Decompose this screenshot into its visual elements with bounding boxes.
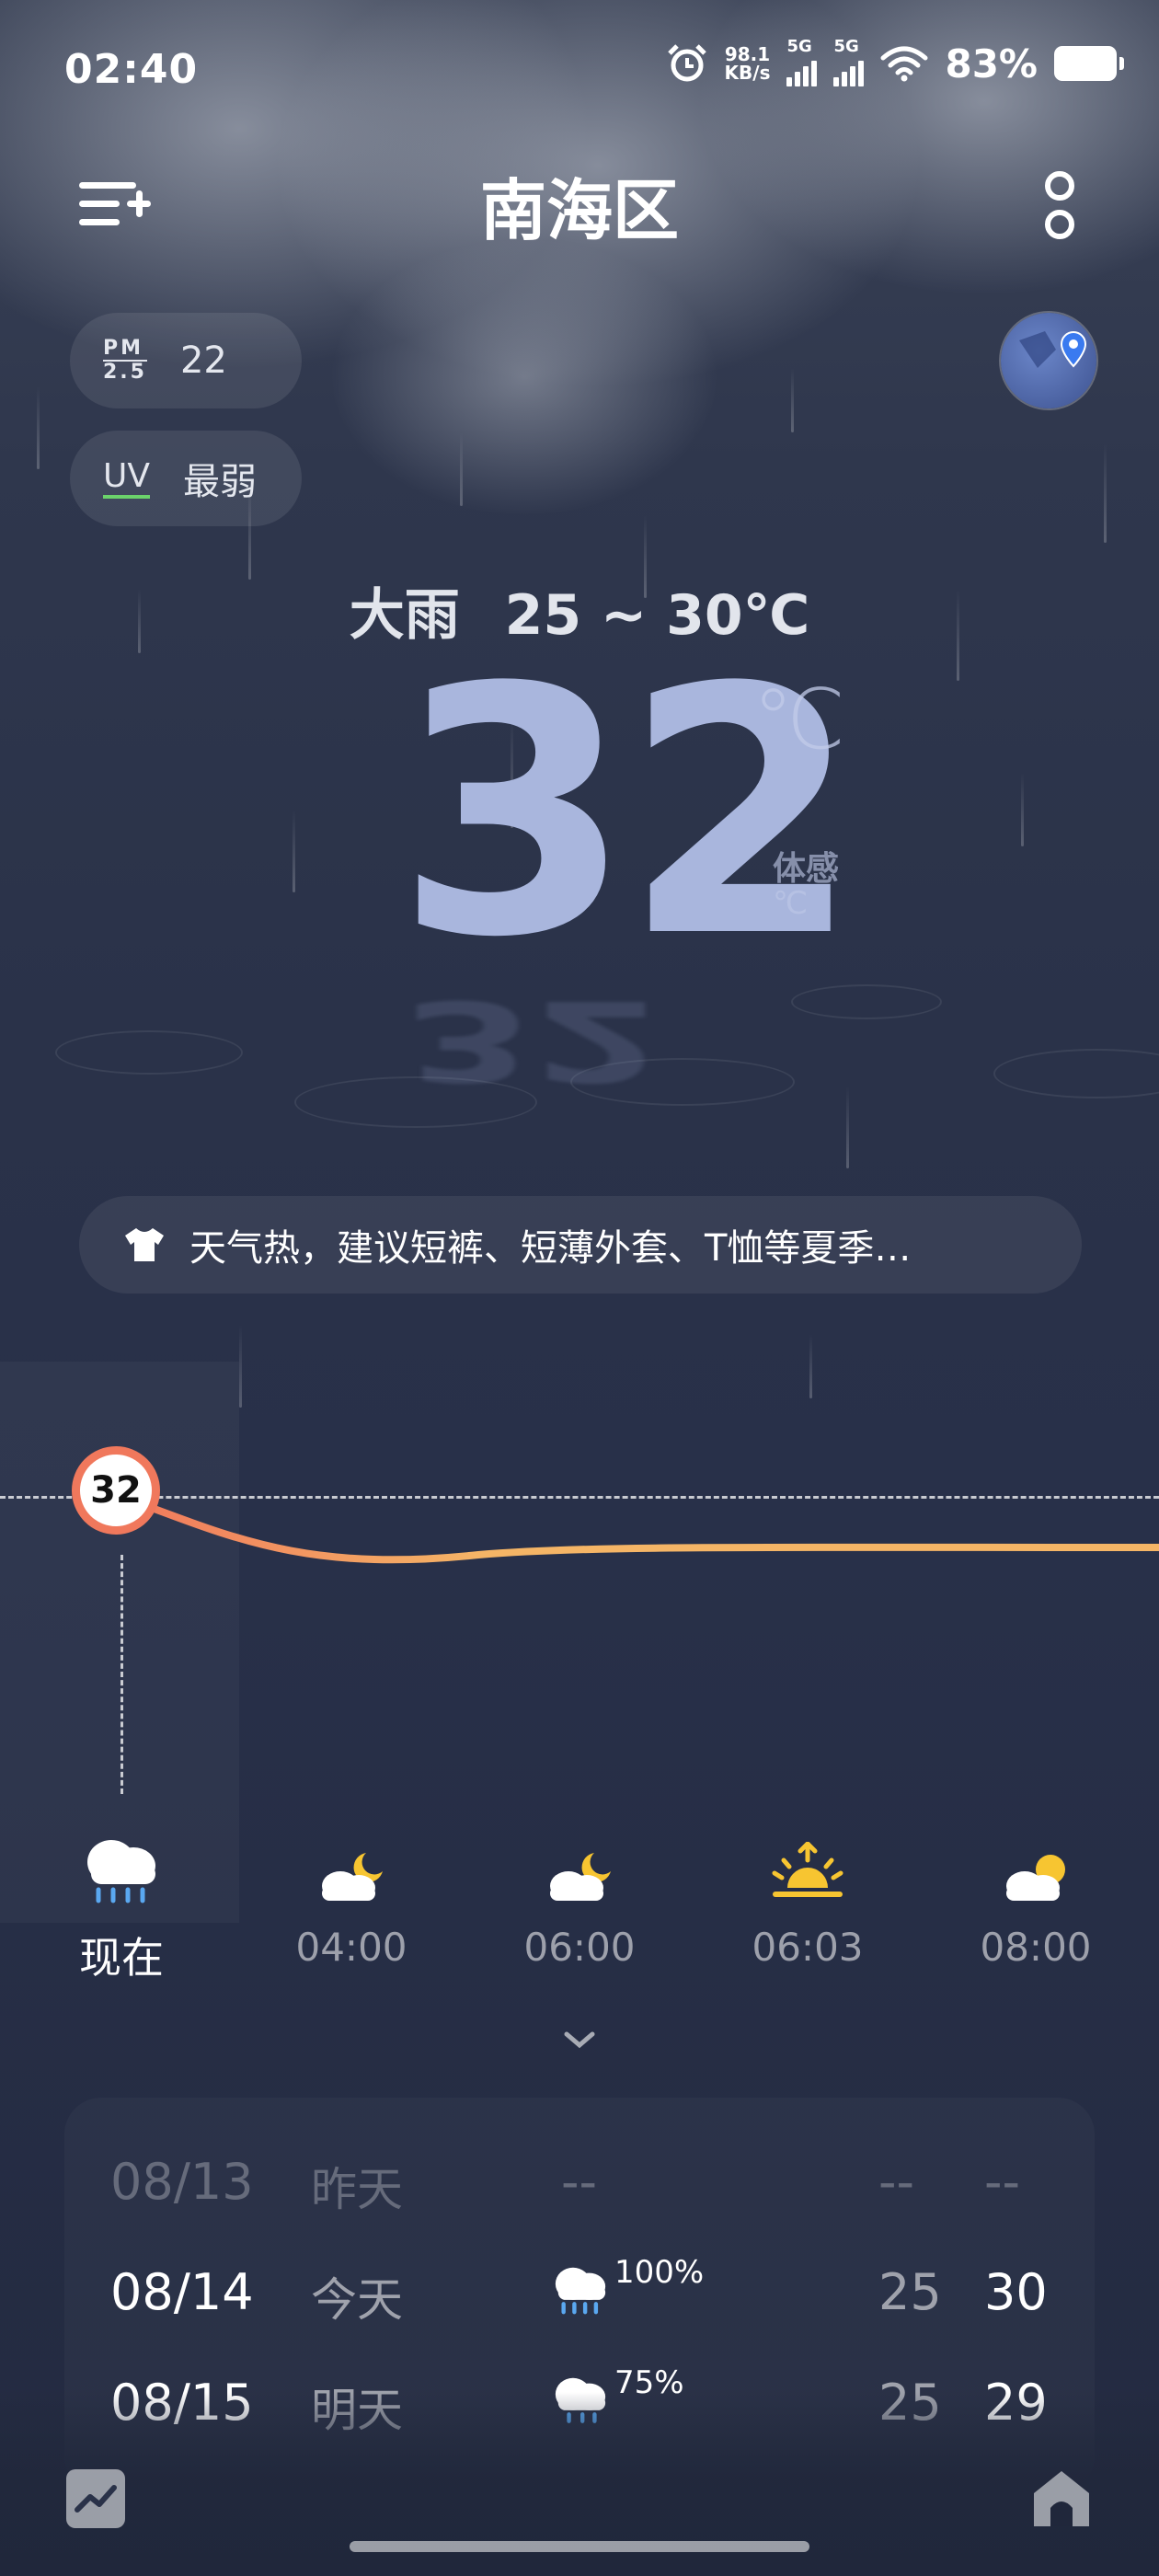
trend-chart-button[interactable] (66, 2469, 125, 2528)
daily-date: 08/14 (110, 2263, 254, 2321)
daily-low: 25 (878, 2263, 942, 2321)
chevron-down-icon[interactable] (561, 2029, 598, 2051)
daily-low: -- (878, 2153, 914, 2211)
hourly-label: 06:00 (523, 1925, 636, 1970)
heavy-rain-icon (555, 2267, 606, 2315)
shirt-icon (125, 1228, 164, 1261)
rain-streak (293, 810, 295, 892)
status-bar: 02:40 98.1 KB/s 5G 5G 83% (0, 0, 1159, 138)
more-options-button[interactable] (1041, 169, 1074, 239)
battery-percent: 83% (945, 40, 1038, 86)
signal-label: 5G (786, 37, 812, 56)
home-icon[interactable] (1030, 2466, 1093, 2530)
daily-row[interactable]: 08/14 今天 100% 25 30 (64, 2245, 1095, 2346)
trend-icon (75, 2485, 117, 2513)
cloudy-night-icon (550, 1853, 611, 1901)
rain-streak (809, 1334, 812, 1398)
signal-label: 5G (833, 37, 859, 56)
alarm-icon (667, 44, 706, 82)
uv-pill[interactable]: UV 最弱 (70, 431, 302, 526)
daily-high: 30 (984, 2263, 1048, 2321)
clothing-advice[interactable]: 天气热，建议短裤、短薄外套、T恤等夏季… (79, 1196, 1082, 1294)
daily-weather: -- (561, 2153, 597, 2211)
rain-streak (846, 1086, 849, 1168)
advice-text: 天气热，建议短裤、短薄外套、T恤等夏季… (189, 1227, 912, 1270)
hourly-item[interactable]: 04:00 (278, 1831, 425, 1970)
temperature-reflection: 32 (405, 975, 661, 1105)
hourly-label: 06:03 (752, 1925, 864, 1970)
status-time: 02:40 (64, 46, 199, 93)
radar-map-button[interactable] (1001, 313, 1096, 408)
net-speed-value: 98.1 (724, 43, 771, 65)
daily-precip: 100% (614, 2254, 705, 2291)
rain-streak (1021, 773, 1024, 846)
daily-day: 昨天 (311, 2163, 403, 2216)
rain-streak (239, 1325, 242, 1408)
sunrise-icon (772, 1842, 843, 1897)
hourly-item[interactable]: 08:00 (962, 1831, 1109, 1970)
hourly-label: 04:00 (295, 1925, 407, 1970)
cloud-decoration (331, 239, 717, 515)
now-marker-line (120, 1555, 123, 1794)
status-icons: 98.1 KB/s 5G 5G 83% (666, 37, 1124, 86)
hourly-label: 08:00 (980, 1925, 1092, 1970)
cloudy-day-icon (1006, 1855, 1065, 1901)
net-speed-unit: KB/s (724, 62, 771, 84)
daily-day: 今天 (311, 2273, 403, 2327)
hourly-item[interactable]: 06:00 (506, 1831, 653, 1970)
city-title[interactable]: 南海区 (0, 156, 1159, 253)
battery-icon (1054, 46, 1124, 81)
net-speed: 98.1 KB/s (725, 45, 771, 82)
cloudy-night-icon (322, 1853, 383, 1901)
wifi-icon (880, 46, 928, 82)
pm25-value: 22 (179, 339, 227, 382)
hourly-item-now[interactable]: 现在 (48, 1831, 195, 1985)
map-pin-icon (1019, 331, 1087, 368)
gesture-bar[interactable] (350, 2541, 809, 2552)
daily-date: 08/13 (110, 2153, 254, 2211)
feels-like-label: 体感 (773, 850, 840, 888)
hourly-temp-curve (116, 1492, 1159, 1564)
signal-icon: 5G (786, 37, 818, 86)
daily-row[interactable]: 08/13 昨天 -- -- -- (64, 2134, 1095, 2236)
hourly-label: 现在 (79, 1933, 164, 1983)
pm25-label: PM 2.5 (103, 338, 147, 384)
rain-streak (37, 386, 40, 469)
daily-high: -- (984, 2153, 1020, 2211)
weather-screen: 02:40 98.1 KB/s 5G 5G 83% 南海区 PM 2.5 22 … (0, 0, 1159, 2576)
rain-streak (791, 368, 794, 432)
signal-icon: 5G (833, 37, 865, 86)
pm25-pill[interactable]: PM 2.5 22 (70, 313, 302, 408)
temperature-unit: ℃ (752, 672, 846, 768)
rain-streak (460, 432, 463, 506)
heavy-rain-icon (87, 1840, 155, 1903)
feels-like-unit: ℃ (773, 885, 809, 922)
ripple-decoration (993, 1049, 1159, 1098)
pm25-label-bottom: 2.5 (103, 360, 147, 384)
top-bar: 南海区 (0, 156, 1159, 249)
uv-label: UV (103, 458, 150, 499)
hourly-item[interactable]: 06:03 (734, 1831, 881, 1970)
pm25-label-top: PM (103, 337, 144, 360)
rain-streak (1104, 442, 1107, 543)
now-temp-bubble: 32 (72, 1446, 160, 1535)
ripple-decoration (55, 1030, 243, 1075)
uv-value: 最弱 (182, 461, 257, 503)
daily-weather: 100% (550, 2254, 704, 2317)
